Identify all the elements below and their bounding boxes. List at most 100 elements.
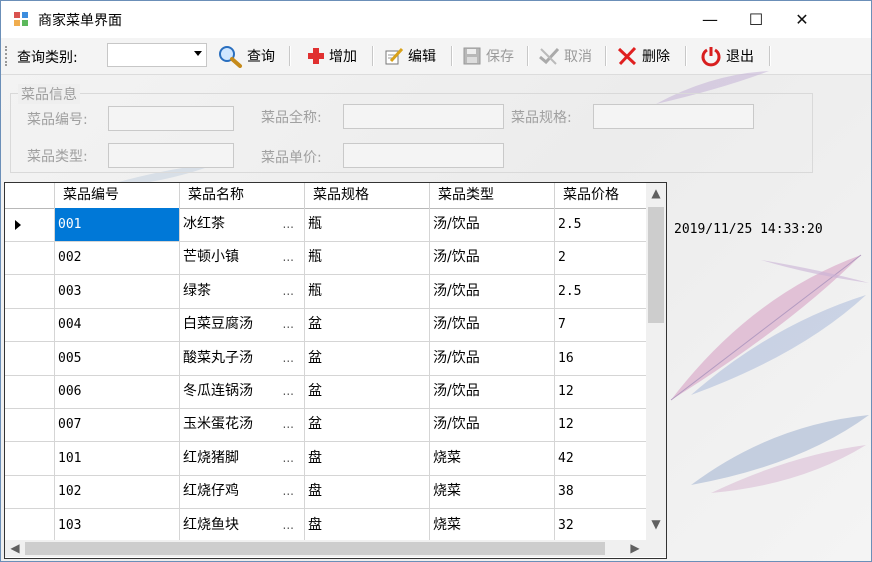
row-header[interactable] <box>5 241 55 275</box>
table-row[interactable]: 005 酸菜丸子汤... 盆汤/饮品 16 <box>5 341 646 376</box>
toolbar-grip[interactable] <box>5 46 9 66</box>
table-row[interactable]: 006 冬瓜连锅汤... 盆汤/饮品 12 <box>5 375 646 409</box>
add-button[interactable]: 增加 <box>307 44 357 68</box>
dropdown-arrow-icon[interactable] <box>194 51 202 56</box>
row-header[interactable] <box>5 208 55 241</box>
table-cell[interactable]: 2.5 <box>555 208 646 241</box>
table-cell[interactable]: 汤/饮品 <box>430 274 555 308</box>
row-header[interactable] <box>5 375 55 408</box>
table-cell[interactable]: 瓶 <box>305 274 430 308</box>
edit-button[interactable]: 编辑 <box>384 44 436 68</box>
column-header[interactable]: 菜品编号 <box>55 183 180 208</box>
save-button[interactable]: 保存 <box>462 44 514 68</box>
table-cell[interactable]: 盆 <box>305 341 430 375</box>
table-cell[interactable]: 红烧猪脚... <box>180 441 305 475</box>
table-row[interactable]: 003 绿茶... 瓶汤/饮品 2.5 <box>5 274 646 309</box>
table-row[interactable]: 002 芒顿小镇... 瓶汤/饮品 2 <box>5 241 646 276</box>
table-cell[interactable]: 酸菜丸子汤... <box>180 341 305 375</box>
minimize-button[interactable]: — <box>687 1 733 38</box>
horizontal-scrollbar[interactable]: ◀ ▶ <box>5 540 646 557</box>
horizontal-scroll-thumb[interactable] <box>25 542 605 555</box>
table-cell[interactable]: 汤/饮品 <box>430 408 555 442</box>
column-header[interactable]: 菜品类型 <box>430 183 555 208</box>
table-cell[interactable]: 冬瓜连锅汤... <box>180 375 305 408</box>
dish-name-field[interactable] <box>343 104 504 129</box>
column-header[interactable]: 菜品规格 <box>305 183 430 208</box>
table-cell[interactable]: 003 <box>55 274 180 308</box>
category-combobox[interactable] <box>107 43 207 67</box>
scroll-left-icon[interactable]: ◀ <box>5 541 25 555</box>
cancel-button[interactable]: 取消 <box>538 44 592 68</box>
row-header[interactable] <box>5 341 55 375</box>
table-cell[interactable]: 烧菜 <box>430 475 555 509</box>
table-cell[interactable]: 2.5 <box>555 275 646 308</box>
table-cell[interactable]: 103 <box>55 508 180 542</box>
table-cell[interactable]: 红烧鱼块... <box>180 508 305 542</box>
row-header[interactable] <box>5 441 55 475</box>
table-cell[interactable]: 汤/饮品 <box>430 341 555 375</box>
maximize-button[interactable]: ☐ <box>733 1 779 38</box>
table-row[interactable]: 102 红烧仔鸡... 盘烧菜 38 <box>5 475 646 510</box>
table-cell[interactable]: 12 <box>555 375 646 408</box>
table-cell[interactable]: 32 <box>555 509 646 542</box>
table-cell[interactable]: 006 <box>55 375 180 408</box>
table-cell[interactable]: 玉米蛋花汤... <box>180 408 305 442</box>
scroll-right-icon[interactable]: ▶ <box>625 541 645 555</box>
scroll-up-icon[interactable]: ▲ <box>646 186 666 200</box>
row-header[interactable] <box>5 274 55 308</box>
table-cell[interactable]: 007 <box>55 408 180 442</box>
vertical-scroll-thumb[interactable] <box>648 207 664 323</box>
table-cell[interactable]: 烧菜 <box>430 441 555 475</box>
delete-button[interactable]: 删除 <box>616 44 670 68</box>
table-cell[interactable]: 盘 <box>305 441 430 475</box>
table-row[interactable]: 103 红烧鱼块... 盘烧菜 32 <box>5 508 646 542</box>
table-cell[interactable]: 盘 <box>305 508 430 542</box>
table-cell[interactable]: 芒顿小镇... <box>180 241 305 275</box>
table-row[interactable]: 101 红烧猪脚... 盘烧菜 42 <box>5 441 646 476</box>
query-button[interactable]: 查询 <box>217 44 275 68</box>
table-cell[interactable]: 42 <box>555 442 646 475</box>
column-header[interactable]: 菜品名称 <box>180 183 305 208</box>
dish-code-field[interactable] <box>108 106 234 131</box>
table-cell[interactable]: 红烧仔鸡... <box>180 475 305 509</box>
row-header[interactable] <box>5 508 55 542</box>
table-cell[interactable]: 004 <box>55 308 180 342</box>
table-cell[interactable]: 102 <box>55 475 180 509</box>
table-cell[interactable]: 汤/饮品 <box>430 208 555 241</box>
table-cell[interactable]: 瓶 <box>305 241 430 275</box>
table-cell[interactable]: 7 <box>555 308 646 341</box>
exit-button[interactable]: 退出 <box>700 44 754 68</box>
table-cell[interactable]: 烧菜 <box>430 508 555 542</box>
dish-type-field[interactable] <box>108 143 234 168</box>
table-cell[interactable]: 2 <box>555 241 646 274</box>
row-header[interactable] <box>5 475 55 509</box>
table-row[interactable]: 001 冰红茶... 瓶汤/饮品 2.5 <box>5 208 646 242</box>
table-cell[interactable]: 冰红茶... <box>180 208 305 241</box>
table-cell[interactable]: 12 <box>555 408 646 441</box>
table-cell[interactable]: 汤/饮品 <box>430 308 555 342</box>
row-header[interactable] <box>5 408 55 442</box>
table-cell[interactable]: 汤/饮品 <box>430 375 555 408</box>
table-cell[interactable]: 盆 <box>305 408 430 442</box>
scroll-down-icon[interactable]: ▼ <box>646 517 666 531</box>
table-cell[interactable]: 瓶 <box>305 208 430 241</box>
row-header-corner[interactable] <box>5 183 55 208</box>
table-cell[interactable]: 盆 <box>305 308 430 342</box>
table-cell[interactable]: 盘 <box>305 475 430 509</box>
table-cell[interactable]: 38 <box>555 475 646 508</box>
table-row[interactable]: 004 白菜豆腐汤... 盆汤/饮品 7 <box>5 308 646 343</box>
table-cell[interactable]: 005 <box>55 341 180 375</box>
table-cell[interactable]: 盆 <box>305 375 430 408</box>
dish-price-field[interactable] <box>343 143 504 168</box>
table-cell[interactable]: 16 <box>555 342 646 375</box>
menu-grid[interactable]: 菜品编号 菜品名称 菜品规格 菜品类型 菜品价格 001 冰红茶... 瓶汤/饮品 2… <box>4 182 667 559</box>
table-cell[interactable]: 001 <box>55 208 180 241</box>
table-row[interactable]: 007 玉米蛋花汤... 盆汤/饮品 12 <box>5 408 646 443</box>
table-cell[interactable]: 绿茶... <box>180 274 305 308</box>
close-button[interactable]: ✕ <box>779 1 825 38</box>
table-cell[interactable]: 002 <box>55 241 180 275</box>
table-cell[interactable]: 白菜豆腐汤... <box>180 308 305 342</box>
dish-spec-field[interactable] <box>593 104 754 129</box>
table-cell[interactable]: 101 <box>55 441 180 475</box>
row-header[interactable] <box>5 308 55 342</box>
